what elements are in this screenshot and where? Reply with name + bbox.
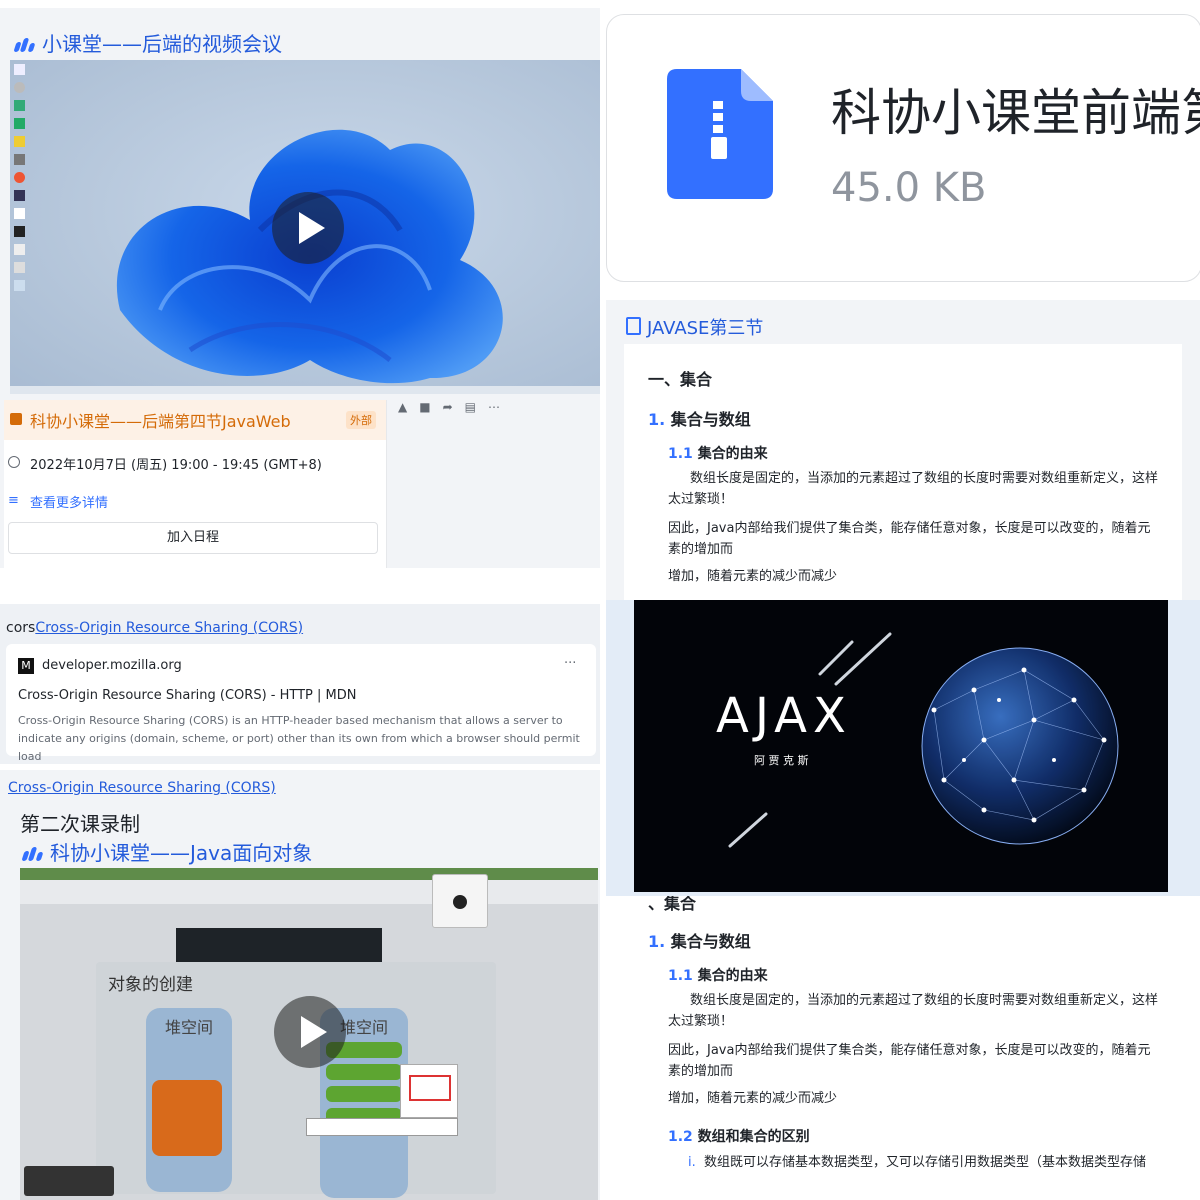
play-button-2[interactable] xyxy=(274,996,346,1068)
doc-icon xyxy=(626,317,641,335)
ajax-image: AJAX 阿 贾 克 斯 xyxy=(634,600,1168,892)
paragraph-3b: 增加，随着元素的减少而减少 xyxy=(668,1091,838,1106)
video-meeting-title[interactable]: 小课堂——后端的视频会议 xyxy=(13,28,282,57)
comment-icon[interactable]: ■ xyxy=(419,400,442,414)
clock-icon xyxy=(8,456,20,468)
preview-description: Cross-Origin Resource Sharing (CORS) is … xyxy=(18,714,580,763)
ajax-image-card: AJAX 阿 贾 克 斯 xyxy=(606,600,1200,896)
preview-domain: developer.mozilla.org xyxy=(42,658,182,673)
heading-2b: 1. 集合与数组 xyxy=(648,932,751,951)
recording-title[interactable]: 科协小课堂——Java面向对象 xyxy=(21,837,312,866)
cors-link[interactable]: Cross-Origin Resource Sharing (CORS) xyxy=(35,620,303,636)
paragraph-2: 因此，Java内部给我们提供了集合类，能存储任意对象，长度是可以改变的，随着元素… xyxy=(668,521,1151,557)
annotation-toolbar xyxy=(306,1118,458,1136)
paragraph-1b: 数组长度是固定的，当添加的元素超过了数组的长度时需要对数组重新定义，这样太过繁琐… xyxy=(668,993,1159,1029)
cors-link-2[interactable]: Cross-Origin Resource Sharing (CORS) xyxy=(8,780,276,796)
video-thumbnail[interactable] xyxy=(10,60,600,394)
link-preview[interactable]: M developer.mozilla.org ··· Cross-Origin… xyxy=(6,644,596,763)
video-meeting-card: 小课堂——后端的视频会议 ▲■➦▤⋯ 科协小课堂——后端第四节JavaWeb 外… xyxy=(0,8,600,568)
more-icon[interactable]: ⋯ xyxy=(488,400,512,414)
mdn-logo-icon: M xyxy=(18,658,34,674)
brand-icon xyxy=(21,845,44,861)
details-icon: ≡ xyxy=(8,493,19,508)
stack-box: 堆空间 xyxy=(146,1008,232,1192)
play-button[interactable] xyxy=(272,192,344,264)
heading-3b: 1.1 集合的由来 xyxy=(668,968,768,984)
bookmark-icon[interactable]: ▤ xyxy=(465,400,488,414)
recording-heading: 第二次课录制 xyxy=(20,812,140,836)
stack-label: 堆空间 xyxy=(164,1018,213,1037)
meeting-controls xyxy=(24,1166,114,1196)
doc-card-javase: JAVASE第三节 一、集合 1. 集合与数组 1.1 集合的由来 数组长度是固… xyxy=(606,300,1200,600)
calendar-icon xyxy=(10,413,22,425)
preview-more-icon[interactable]: ··· xyxy=(564,656,576,671)
recording-thumbnail[interactable]: 对象的创建 堆空间 堆空间 xyxy=(20,868,598,1200)
video-recording-card: Cross-Origin Resource Sharing (CORS) 第二次… xyxy=(0,770,600,1200)
file-name: 科协小课堂前端第 xyxy=(831,84,1200,142)
preview-title: Cross-Origin Resource Sharing (CORS) - H… xyxy=(18,688,357,703)
event-time: 2022年10月7日 (周五) 19:00 - 19:45 (GMT+8) xyxy=(30,458,322,473)
cors-link-card: corsCross-Origin Resource Sharing (CORS)… xyxy=(0,604,600,764)
add-calendar-button[interactable]: 加入日程 xyxy=(8,522,378,554)
ajax-subtitle: 阿 贾 克 斯 xyxy=(754,754,809,767)
stack-object xyxy=(152,1080,222,1156)
slide-title: 对象的创建 xyxy=(108,975,193,995)
screenshot-tool-popup xyxy=(400,1064,458,1118)
event-header[interactable]: 科协小课堂——后端第四节JavaWeb 外部 xyxy=(4,400,386,440)
heading-3c: 1.2 数组和集合的区别 xyxy=(668,1129,810,1145)
forward-icon[interactable]: ➦ xyxy=(443,400,465,414)
heading-2: 1. 集合与数组 xyxy=(648,410,751,429)
heading-1: 一、集合 xyxy=(648,370,713,389)
browser-toolbar xyxy=(20,880,598,904)
browser-tabs xyxy=(20,868,598,880)
ajax-title: AJAX xyxy=(716,688,852,744)
brand-icon xyxy=(13,36,36,52)
file-card[interactable]: 科协小课堂前端第 45.0 KB xyxy=(606,14,1200,282)
event-card: 科协小课堂——后端第四节JavaWeb 外部 2022年10月7日 (周五) 1… xyxy=(4,400,387,568)
paragraph-1: 数组长度是固定的，当添加的元素超过了数组的长度时需要对数组重新定义，这样太过繁琐… xyxy=(668,471,1159,507)
cors-message: corsCross-Origin Resource Sharing (CORS) xyxy=(6,620,304,636)
paragraph-3: 增加，随着元素的减少而减少 xyxy=(668,569,838,584)
taskbar xyxy=(10,386,600,394)
doc-body: 一、集合 1. 集合与数组 1.1 集合的由来 数组长度是固定的，当添加的元素超… xyxy=(624,344,1182,600)
more-details-link[interactable]: 查看更多详情 xyxy=(30,492,108,511)
thumbs-up-icon[interactable]: ▲ xyxy=(398,400,419,414)
message-actions: ▲■➦▤⋯ xyxy=(398,400,512,414)
doc-card-repeat: 、集合 1. 集合与数组 1.1 集合的由来 数组长度是固定的，当添加的元素超过… xyxy=(622,896,1182,1200)
paragraph-2b: 因此，Java内部给我们提供了集合类，能存储任意对象，长度是可以改变的，随着元素… xyxy=(668,1043,1151,1079)
external-badge: 外部 xyxy=(346,411,376,429)
globe-image xyxy=(728,632,1119,848)
camera-overlay xyxy=(432,874,488,928)
heading-1-partial: 、集合 xyxy=(648,896,697,913)
event-title: 科协小课堂——后端第四节JavaWeb xyxy=(30,412,291,431)
doc-title-link[interactable]: JAVASE第三节 xyxy=(626,314,763,340)
desktop-icons xyxy=(14,64,28,291)
list-item: i. 数组既可以存储基本数据类型，又可以存储引用数据类型（基本数据类型存储 xyxy=(688,1155,1147,1170)
zip-file-icon xyxy=(667,69,773,199)
heading-3: 1.1 集合的由来 xyxy=(668,446,768,462)
file-size: 45.0 KB xyxy=(831,165,987,211)
